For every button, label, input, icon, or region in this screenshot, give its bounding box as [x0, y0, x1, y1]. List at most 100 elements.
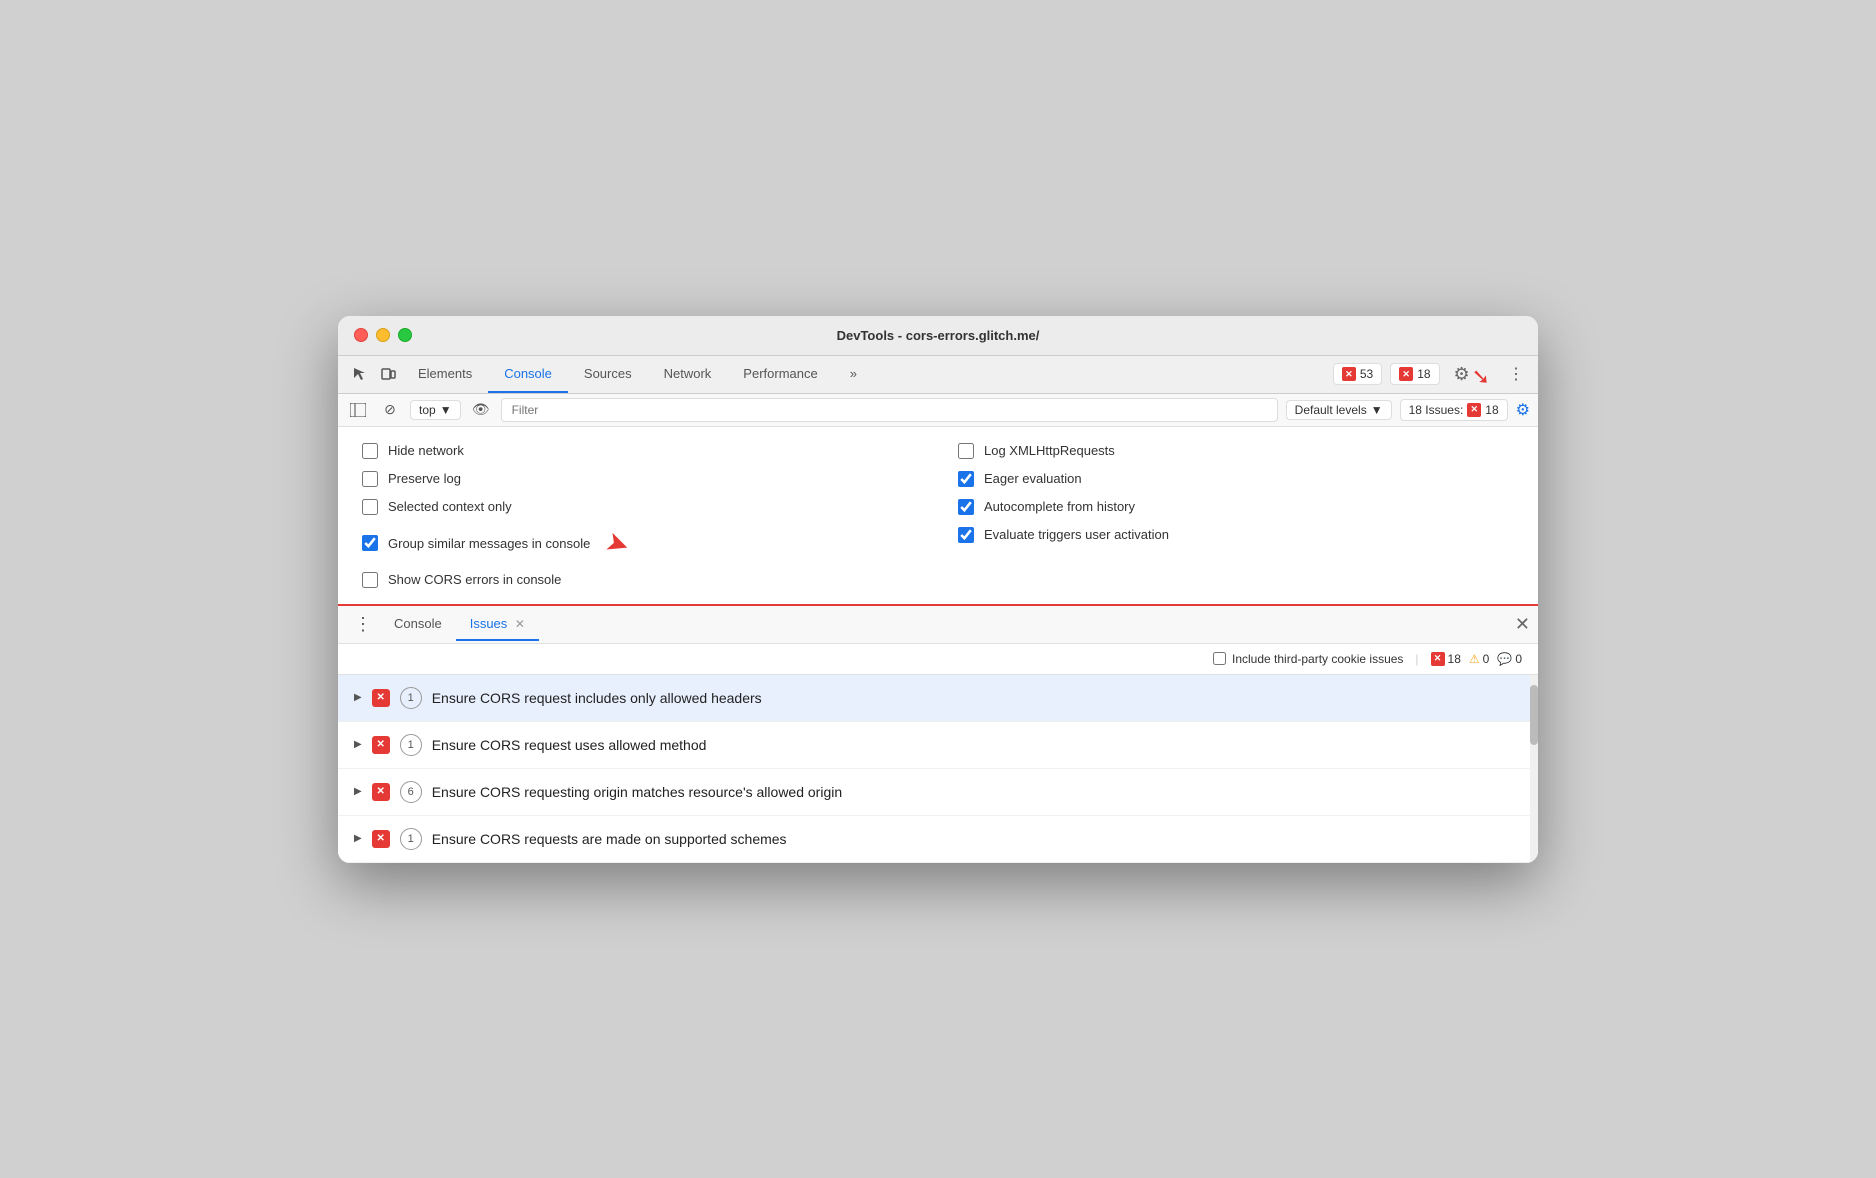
third-party-checkbox[interactable] — [1213, 652, 1226, 665]
minimize-button[interactable] — [376, 328, 390, 342]
window-title: DevTools - cors-errors.glitch.me/ — [837, 328, 1040, 343]
eye-icon[interactable]: 👁 — [469, 398, 493, 422]
issue-error-icon: ✕ — [372, 830, 390, 848]
checkbox-selected-context: Selected context only — [362, 499, 918, 515]
eval-triggers-checkbox[interactable] — [958, 527, 974, 543]
levels-selector[interactable]: Default levels ▼ — [1286, 400, 1392, 420]
settings-left-column: Hide network Preserve log Selected conte… — [362, 443, 918, 588]
checkbox-autocomplete: Autocomplete from history — [958, 499, 1514, 515]
tab-console[interactable]: Console — [488, 356, 568, 393]
issues-count: 18 — [1485, 403, 1498, 417]
issues-error-icon: ✕ — [1467, 403, 1481, 417]
issue-row[interactable]: ▶ ✕ 1 Ensure CORS request includes only … — [338, 675, 1538, 722]
issue-title: Ensure CORS requests are made on support… — [432, 831, 787, 847]
checkbox-eval-triggers: Evaluate triggers user activation — [958, 527, 1514, 543]
expand-arrow-icon: ▶ — [354, 786, 362, 797]
console-settings-icon[interactable]: ⚙ — [1516, 400, 1530, 420]
sidebar-toggle-icon[interactable] — [346, 398, 370, 422]
error-count-badge[interactable]: ✕ 53 — [1333, 363, 1382, 385]
checkbox-log-xml: Log XMLHttpRequests — [958, 443, 1514, 459]
issue-count: 6 — [400, 781, 422, 803]
issue-title: Ensure CORS request uses allowed method — [432, 737, 707, 753]
tab-network[interactable]: Network — [648, 356, 728, 393]
issue-row[interactable]: ▶ ✕ 6 Ensure CORS requesting origin matc… — [338, 769, 1538, 816]
show-cors-checkbox[interactable] — [362, 572, 378, 588]
bottom-more-icon[interactable]: ⋮ — [346, 606, 380, 643]
checkbox-group-similar: Group similar messages in console ➤ — [362, 527, 918, 560]
bottom-panel: ⋮ Console Issues ✕ ✕ Include third-party… — [338, 606, 1538, 863]
third-party-label: Include third-party cookie issues — [1232, 652, 1403, 666]
count-badges: ✕ 18 ⚠ 0 💬 0 — [1431, 652, 1522, 666]
preserve-log-label: Preserve log — [388, 471, 461, 486]
tab-sources[interactable]: Sources — [568, 356, 648, 393]
device-icon[interactable] — [374, 360, 402, 388]
settings-right-column: Log XMLHttpRequests Eager evaluation Aut… — [958, 443, 1514, 588]
selected-context-label: Selected context only — [388, 499, 512, 514]
bottom-tab-bar: ⋮ Console Issues ✕ ✕ — [338, 606, 1538, 644]
bottom-tab-issues[interactable]: Issues ✕ — [456, 608, 539, 641]
issue-error-icon: ✕ — [372, 783, 390, 801]
tab-elements[interactable]: Elements — [402, 356, 488, 393]
issues-toolbar: Include third-party cookie issues | ✕ 18… — [338, 644, 1538, 675]
maximize-button[interactable] — [398, 328, 412, 342]
tab-more[interactable]: » — [834, 356, 873, 393]
context-selector[interactable]: top ▼ — [410, 400, 461, 420]
selected-context-checkbox[interactable] — [362, 499, 378, 515]
context-label: top — [419, 403, 436, 417]
filter-input[interactable] — [501, 398, 1278, 422]
more-options-button[interactable]: ⋮ — [1502, 360, 1530, 388]
issue-error-icon: ✕ — [372, 689, 390, 707]
separator: | — [1415, 652, 1418, 666]
checkbox-show-cors: Show CORS errors in console — [362, 572, 918, 588]
title-bar: DevTools - cors-errors.glitch.me/ — [338, 316, 1538, 356]
tab-bar: Elements Console Sources Network Perform… — [402, 356, 1333, 393]
close-button[interactable] — [354, 328, 368, 342]
issues-error-icon-2: ✕ — [1431, 652, 1445, 666]
settings-gear-area: ⚙ ➘ — [1448, 360, 1494, 388]
issues-info-badge: 💬 0 — [1497, 652, 1522, 666]
issue-count: 1 — [400, 734, 422, 756]
close-issues-tab[interactable]: ✕ — [515, 617, 525, 631]
issues-badge[interactable]: 18 Issues: ✕ 18 — [1400, 399, 1508, 421]
log-xml-checkbox[interactable] — [958, 443, 974, 459]
tab-performance[interactable]: Performance — [727, 356, 833, 393]
warning-count: 18 — [1417, 367, 1430, 381]
preserve-log-checkbox[interactable] — [362, 471, 378, 487]
red-arrow-icon: ➘ — [1472, 364, 1490, 390]
issues-warning-badge: ⚠ 0 — [1469, 652, 1489, 666]
settings-panel: Hide network Preserve log Selected conte… — [338, 427, 1538, 606]
bottom-tab-console[interactable]: Console — [380, 608, 456, 641]
issues-error-badge: ✕ 18 — [1431, 652, 1461, 666]
issues-warning-count: 0 — [1483, 652, 1490, 666]
eager-eval-checkbox[interactable] — [958, 471, 974, 487]
issue-count: 1 — [400, 828, 422, 850]
error-count: 53 — [1360, 367, 1373, 381]
checkbox-hide-network: Hide network — [362, 443, 918, 459]
levels-label: Default levels — [1295, 403, 1367, 417]
main-toolbar: Elements Console Sources Network Perform… — [338, 356, 1538, 394]
inspect-icon[interactable] — [346, 360, 374, 388]
hide-network-label: Hide network — [388, 443, 464, 458]
hide-network-checkbox[interactable] — [362, 443, 378, 459]
issue-row[interactable]: ▶ ✕ 1 Ensure CORS request uses allowed m… — [338, 722, 1538, 769]
group-similar-checkbox[interactable] — [362, 535, 378, 551]
autocomplete-label: Autocomplete from history — [984, 499, 1135, 514]
close-panel-icon[interactable]: ✕ — [1515, 614, 1530, 635]
issues-list: ▶ ✕ 1 Ensure CORS request includes only … — [338, 675, 1538, 863]
scrollbar-thumb[interactable] — [1530, 685, 1538, 745]
issue-count: 1 — [400, 687, 422, 709]
issue-title: Ensure CORS requesting origin matches re… — [432, 784, 842, 800]
devtools-window: DevTools - cors-errors.glitch.me/ Elemen… — [338, 316, 1538, 863]
warning-icon: ✕ — [1399, 367, 1413, 381]
issue-row[interactable]: ▶ ✕ 1 Ensure CORS requests are made on s… — [338, 816, 1538, 863]
console-toolbar: ⊘ top ▼ 👁 Default levels ▼ 18 Issues: ✕ … — [338, 394, 1538, 427]
autocomplete-checkbox[interactable] — [958, 499, 974, 515]
expand-arrow-icon: ▶ — [354, 739, 362, 750]
red-arrow-left-icon: ➤ — [601, 523, 634, 562]
clear-console-icon[interactable]: ⊘ — [378, 398, 402, 422]
group-similar-label: Group similar messages in console — [388, 536, 590, 551]
scrollbar[interactable] — [1530, 675, 1538, 863]
warning-count-badge[interactable]: ✕ 18 — [1390, 363, 1439, 385]
eager-eval-label: Eager evaluation — [984, 471, 1082, 486]
issues-error-count: 18 — [1448, 652, 1461, 666]
